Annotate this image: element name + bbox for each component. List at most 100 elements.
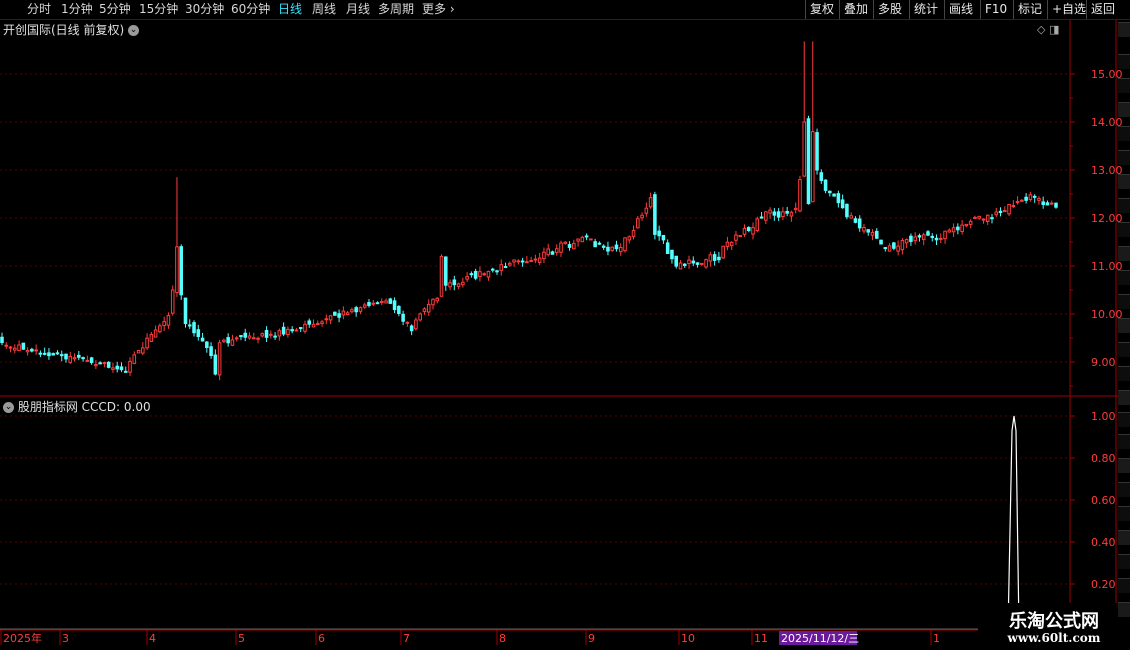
candle-body	[298, 327, 303, 330]
candle-body	[409, 325, 414, 332]
candle-body	[183, 297, 188, 325]
candle-body	[755, 218, 760, 231]
kline-chart[interactable]: 15.0014.0013.0012.0011.0010.009.001.000.…	[0, 0, 1130, 650]
candle-body	[0, 336, 4, 344]
candle-body	[179, 246, 184, 296]
right-strip-cell	[1118, 390, 1130, 405]
candle-body	[546, 248, 550, 256]
candle-body	[661, 234, 666, 241]
candle-body	[913, 236, 917, 242]
candle-body	[828, 190, 832, 194]
candle-body	[738, 235, 743, 238]
candle-body	[764, 211, 768, 221]
candle-body	[141, 347, 145, 354]
candle-body	[789, 211, 794, 217]
candle-body	[380, 300, 384, 304]
candle-body	[687, 259, 691, 264]
right-strip-cell	[1118, 198, 1130, 213]
candle-body	[682, 263, 687, 267]
right-strip-cell	[1118, 434, 1130, 449]
date-highlight-label: 2025/11/12/三	[781, 632, 859, 645]
right-strip-cell	[1118, 318, 1130, 333]
candle-body	[627, 236, 632, 241]
candle-body	[845, 203, 849, 218]
indicator-series	[0, 415, 1070, 631]
candle-body	[985, 214, 990, 222]
candle-body	[823, 179, 828, 191]
candle-body	[414, 319, 418, 330]
candle-body	[802, 121, 807, 177]
candle-body	[721, 245, 725, 259]
candle-body	[119, 366, 124, 371]
time-label: 11	[754, 632, 768, 645]
candle-body	[512, 259, 516, 263]
candle-body	[371, 302, 376, 305]
candle-body	[392, 300, 397, 311]
candle-body	[819, 172, 824, 181]
candle-body	[158, 325, 162, 333]
candle-body	[798, 179, 802, 212]
candle-body	[746, 227, 751, 232]
right-strip-cell	[1118, 482, 1130, 497]
candle-body	[200, 337, 205, 342]
right-strip-cell	[1118, 222, 1130, 237]
candle-body	[290, 329, 294, 332]
time-label: 9	[588, 632, 595, 645]
candle-body	[567, 244, 572, 248]
time-label: 10	[681, 632, 695, 645]
candle-body	[900, 240, 905, 251]
candle-body	[836, 193, 841, 204]
candle-body	[388, 298, 393, 304]
time-label: 2025年	[3, 631, 42, 645]
candle-body	[776, 211, 781, 218]
candle-body	[192, 322, 196, 334]
right-strip-cell	[1118, 294, 1130, 309]
candle-body	[516, 260, 521, 263]
candle-body	[482, 273, 486, 276]
candle-body	[670, 249, 674, 260]
candle-body	[444, 256, 448, 286]
candle-body	[597, 242, 602, 245]
candle-body	[311, 323, 316, 328]
candle-body	[712, 254, 717, 261]
time-label: 8	[499, 632, 506, 645]
chevron-down-icon[interactable]: ⌄	[3, 402, 14, 413]
candle-body	[725, 241, 730, 247]
candle-body	[128, 360, 132, 373]
candle-body	[892, 242, 896, 249]
candle-body	[426, 303, 431, 313]
candle-body	[341, 310, 346, 316]
candle-body	[499, 264, 504, 271]
candle-body	[217, 342, 222, 376]
candle-body	[106, 361, 111, 368]
candle-body	[47, 352, 51, 357]
candle-body	[623, 237, 627, 252]
indicator-title[interactable]: ⌄ 股朋指标网 CCCD: 0.00	[3, 398, 151, 415]
candle-body	[729, 241, 734, 247]
candle-body	[418, 313, 422, 321]
candle-body	[473, 270, 478, 279]
candle-body	[13, 347, 17, 351]
candle-body	[644, 207, 649, 214]
candle-body	[947, 229, 952, 233]
candle-body	[495, 270, 499, 273]
candle-body	[375, 302, 380, 305]
candle-body	[994, 211, 999, 216]
candle-body	[239, 335, 243, 338]
candle-body	[222, 339, 226, 343]
candle-body	[665, 242, 670, 254]
candle-body	[213, 354, 218, 375]
candle-body	[606, 246, 610, 252]
candle-body	[610, 246, 614, 251]
candle-body	[580, 236, 585, 243]
candle-body	[469, 273, 474, 276]
candle-body	[943, 230, 947, 240]
candle-body	[422, 308, 427, 312]
right-info-strip[interactable]	[1118, 20, 1130, 630]
candle-body	[294, 329, 299, 332]
time-label: 3	[62, 632, 69, 645]
candle-body	[631, 229, 636, 237]
indicator-name: CCCD:	[81, 400, 121, 414]
candle-body	[1003, 210, 1007, 213]
candle-body	[401, 313, 405, 322]
